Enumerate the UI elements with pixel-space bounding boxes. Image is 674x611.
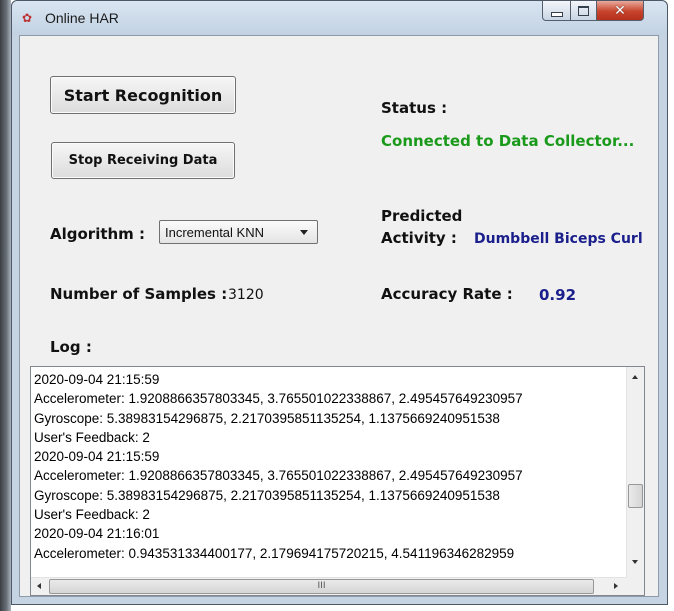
log-line: 2020-09-04 21:16:01 — [34, 526, 160, 542]
accuracy-label: Accuracy Rate : — [381, 285, 513, 303]
log-line: User's Feedback: 2 — [34, 429, 150, 445]
maximize-icon — [578, 5, 589, 16]
algorithm-selected-value: Incremental KNN — [165, 225, 264, 240]
predicted-label: Predicted — [381, 207, 463, 225]
scroll-right-icon[interactable] — [614, 583, 618, 589]
log-vertical-scrollbar[interactable] — [626, 367, 644, 580]
stop-receiving-button[interactable]: Stop Receiving Data — [51, 142, 235, 179]
log-line: 2020-09-04 21:15:59 — [34, 449, 160, 465]
status-value: Connected to Data Collector... — [381, 132, 635, 150]
horizontal-scroll-thumb[interactable]: III — [49, 579, 594, 594]
log-line: Accelerometer: 1.9208866357803345, 3.765… — [34, 391, 523, 407]
accuracy-value: 0.92 — [539, 286, 577, 304]
maximize-button[interactable] — [570, 1, 597, 21]
samples-label: Number of Samples : — [50, 285, 228, 303]
algorithm-label: Algorithm : — [50, 225, 146, 243]
minimize-button[interactable] — [542, 1, 571, 21]
log-line: Accelerometer: 0.943531334400177, 2.1796… — [34, 545, 515, 561]
samples-value: 3120 — [228, 287, 264, 303]
scroll-down-icon[interactable] — [632, 560, 638, 564]
activity-label: Activity : — [381, 229, 457, 247]
scrollbar-corner — [627, 578, 644, 595]
minimize-icon — [550, 12, 563, 17]
start-recognition-button[interactable]: Start Recognition — [50, 76, 236, 114]
scroll-left-icon[interactable] — [37, 583, 41, 589]
scroll-up-icon[interactable] — [632, 375, 638, 379]
app-icon: ✿ — [22, 11, 33, 25]
log-line: Accelerometer: 1.9208866357803345, 3.765… — [34, 468, 523, 484]
desktop-edge — [0, 0, 11, 611]
window-title: Online HAR — [45, 10, 119, 26]
log-line: User's Feedback: 2 — [34, 507, 150, 523]
close-icon: ✕ — [614, 2, 626, 19]
log-label: Log : — [50, 338, 92, 356]
vertical-scroll-thumb[interactable] — [628, 484, 643, 508]
title-bar[interactable]: ✿ Online HAR ✕ — [12, 1, 667, 35]
log-line: 2020-09-04 21:15:59 — [34, 372, 160, 387]
log-horizontal-scrollbar[interactable]: III — [31, 577, 627, 595]
log-content: 2020-09-04 21:15:59 Accelerometer: 1.9208… — [34, 370, 624, 566]
log-line: Gyroscope: 5.38983154296875, 2.217039585… — [34, 410, 500, 426]
close-button[interactable]: ✕ — [596, 1, 644, 21]
predicted-activity-value: Dumbbell Biceps Curl — [474, 231, 643, 247]
log-textbox[interactable]: 2020-09-04 21:15:59 Accelerometer: 1.9208… — [30, 366, 645, 596]
chevron-down-icon — [300, 230, 308, 235]
log-line: Gyroscope: 5.38983154296875, 2.217039585… — [34, 487, 500, 503]
app-window: ✿ Online HAR ✕ Start Recognition Stop Re… — [11, 0, 668, 605]
main-panel: Start Recognition Stop Receiving Data St… — [19, 35, 659, 597]
status-label: Status : — [381, 99, 448, 117]
algorithm-select[interactable]: Incremental KNN — [159, 220, 318, 244]
